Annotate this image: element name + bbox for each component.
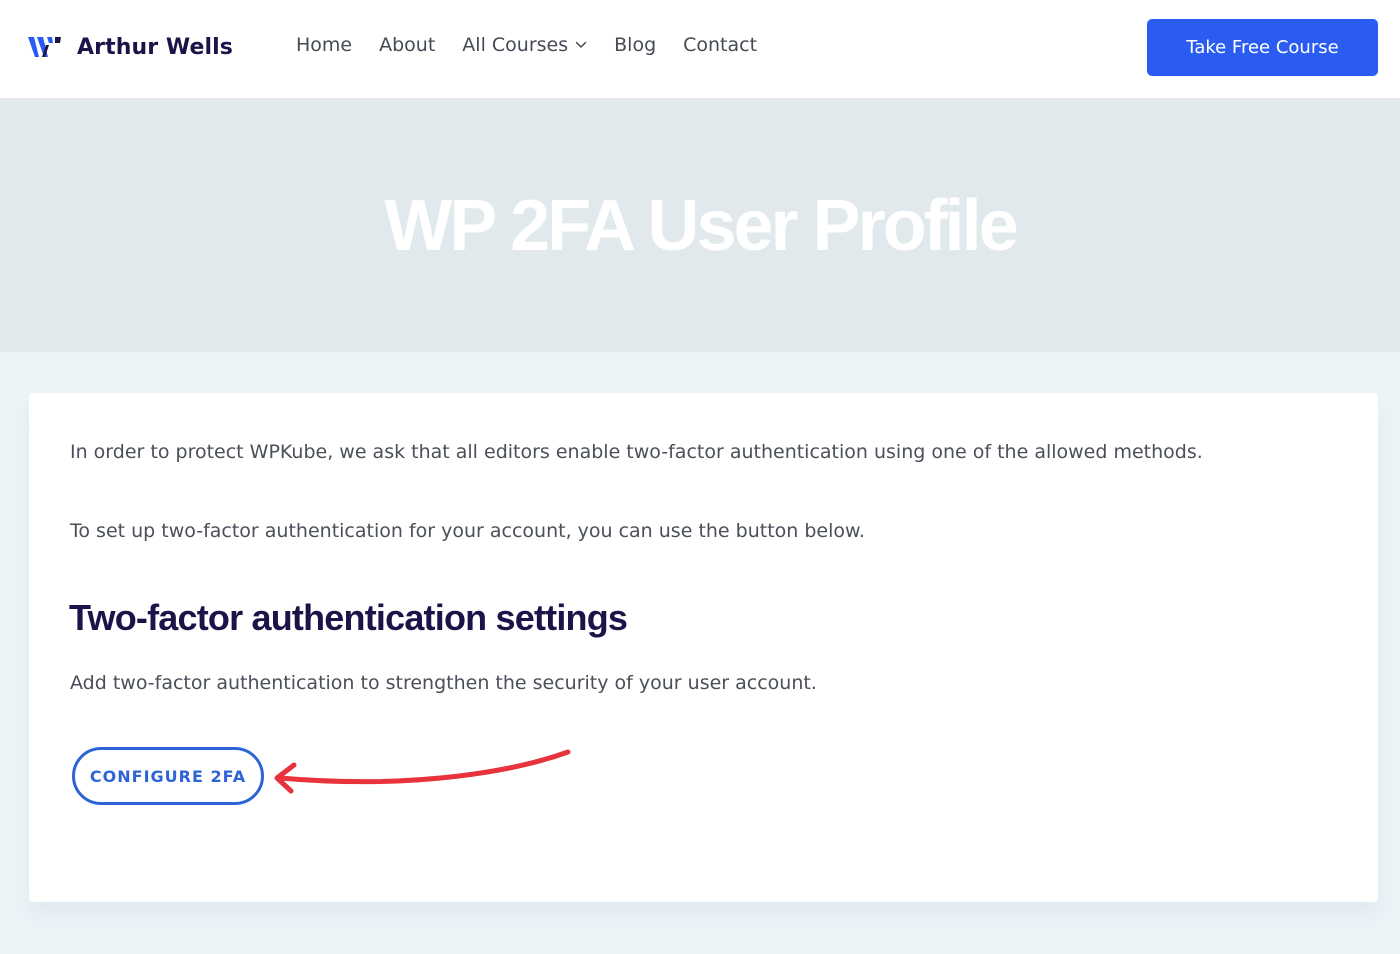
hero-banner: WP 2FA User Profile [0,98,1400,352]
nav-home[interactable]: Home [296,34,352,56]
nav-all-courses[interactable]: All Courses [462,34,587,56]
setup-note-text: To set up two-factor authentication for … [70,520,865,542]
configure-2fa-button[interactable]: CONFIGURE 2FA [72,747,264,805]
section-description: Add two-factor authentication to strengt… [70,672,817,694]
take-free-course-button[interactable]: Take Free Course [1147,19,1378,76]
page-title: WP 2FA User Profile [384,186,1018,266]
red-arrow-icon [274,749,571,794]
section-title: Two-factor authentication settings [69,597,628,638]
intro-text: In order to protect WPKube, we ask that … [70,441,1203,463]
nav-about[interactable]: About [379,34,435,56]
logo-text: Arthur Wells [77,34,234,60]
chevron-down-icon [575,41,587,48]
site-header: Arthur Wells Home About All Courses Blog… [0,0,1400,98]
nav-contact[interactable]: Contact [683,34,757,56]
site-logo[interactable]: Arthur Wells [28,30,233,64]
content-card: In order to protect WPKube, we ask that … [29,393,1378,902]
nav-all-courses-label: All Courses [462,34,569,56]
main-nav: Home About All Courses Blog Contact [296,34,784,56]
w-logo-icon [28,37,61,57]
nav-blog[interactable]: Blog [614,34,656,56]
